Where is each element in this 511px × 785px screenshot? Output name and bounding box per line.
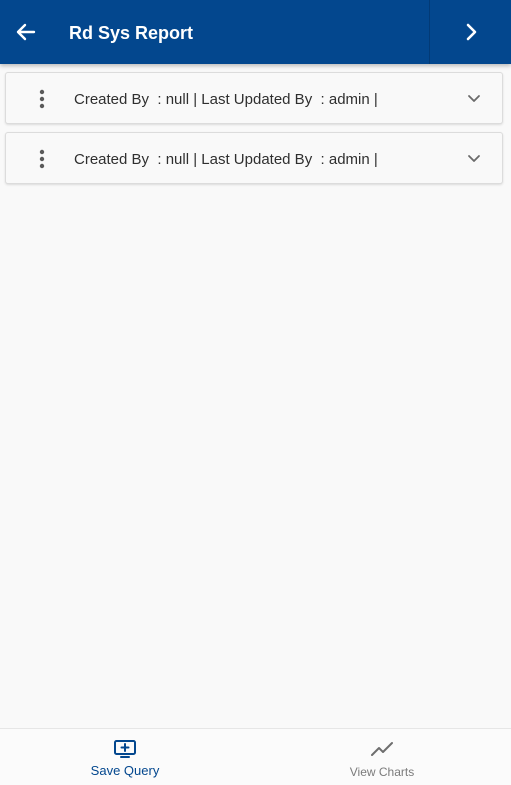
record-card[interactable]: Created By : null | Last Updated By : ad…: [5, 132, 503, 184]
view-charts-label: View Charts: [349, 765, 415, 779]
page-title: Rd Sys Report: [69, 23, 194, 43]
record-meta-text: Created By : null | Last Updated By : ad…: [74, 151, 378, 168]
chevron-right-icon: [466, 23, 476, 41]
view-charts-tab[interactable]: View Charts: [317, 729, 447, 785]
record-card[interactable]: Created By : null | Last Updated By : ad…: [5, 72, 503, 124]
app-header: Rd Sys Report: [0, 0, 511, 64]
chevron-down-icon[interactable]: [462, 87, 486, 111]
record-meta-text: Created By : null | Last Updated By : ad…: [74, 91, 378, 108]
forward-button[interactable]: [430, 0, 511, 64]
save-query-label: Save Query: [90, 763, 160, 778]
monitor-plus-icon: [113, 738, 137, 760]
trend-line-icon: [370, 738, 394, 760]
record-list: Created By : null | Last Updated By : ad…: [5, 72, 503, 192]
save-query-tab[interactable]: Save Query: [60, 729, 190, 785]
arrow-left-icon: [16, 23, 36, 41]
more-options-icon[interactable]: [30, 85, 54, 113]
more-options-icon[interactable]: [30, 145, 54, 173]
bottom-nav: Save Query View Charts: [0, 728, 511, 785]
app-screen: Rd Sys Report Created By : null | Last U…: [0, 0, 511, 785]
chevron-down-icon[interactable]: [462, 147, 486, 171]
back-button[interactable]: [0, 0, 52, 64]
